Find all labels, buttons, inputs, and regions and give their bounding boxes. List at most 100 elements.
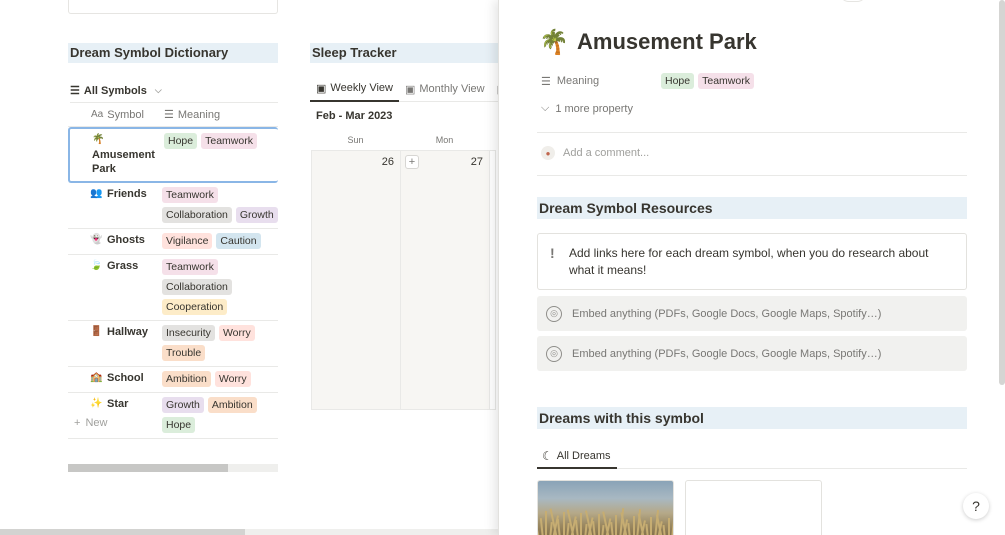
peek-top-control[interactable] (839, 0, 867, 2)
more-properties-toggle[interactable]: ⌵ 1 more property (541, 102, 633, 115)
symbol-cell[interactable]: 👻 Ghosts (68, 233, 162, 249)
meaning-tag: Teamwork (162, 259, 218, 275)
scrollbar-thumb[interactable] (999, 0, 1005, 385)
table-row[interactable]: 🚪 Hallway Insecurity Worry Trouble (68, 321, 278, 367)
meaning-tag: Hope (661, 73, 695, 89)
day-header: Mon (435, 135, 454, 145)
symbol-cell[interactable]: 🏫 School (68, 371, 162, 387)
palm-tree-icon[interactable]: 🌴 (539, 28, 569, 56)
page-title[interactable]: Amusement Park (577, 29, 757, 55)
palm-tree-icon: 🌴 (92, 134, 105, 145)
dictionary-title[interactable]: Dream Symbol Dictionary (68, 43, 278, 63)
new-row-button[interactable]: + New (74, 417, 107, 429)
meaning-tag: Teamwork (162, 187, 218, 203)
table-row[interactable]: 👥 Friends Teamwork Collaboration Growth (68, 183, 278, 229)
meaning-cell[interactable]: Ambition Worry (162, 371, 278, 387)
embed-block[interactable]: ◎ Embed anything (PDFs, Google Docs, Goo… (537, 336, 967, 371)
calendar-icon: ▣ (404, 83, 416, 96)
wheat-image-detail (548, 521, 553, 535)
add-entry-button[interactable]: + (405, 155, 419, 169)
symbol-name: Star (107, 398, 129, 410)
meaning-cell[interactable]: Teamwork Collaboration Cooperation (162, 259, 278, 315)
tab-weekly-view[interactable]: ▣ Weekly View (310, 77, 399, 102)
symbol-name: Amusement Park (92, 149, 155, 175)
compass-icon: ◎ (546, 305, 562, 322)
wheat-image-detail (580, 513, 582, 535)
table-row[interactable]: 🌴 Amusement Park Hope Teamwork (68, 127, 278, 183)
tab-overflow[interactable]: ▤ (491, 77, 498, 102)
table-row[interactable]: 🏫 School Ambition Worry (68, 367, 278, 393)
table-row[interactable]: ✨ Star Growth Ambition Hope (68, 393, 278, 439)
symbol-cell[interactable]: 🌴 Amusement Park (70, 133, 164, 176)
callout-text: Add links here for each dream symbol, wh… (568, 246, 929, 277)
column-meaning[interactable]: ☰ Meaning (160, 108, 220, 122)
wheat-image-detail (562, 512, 565, 535)
door-icon: 🚪 (90, 326, 103, 337)
meaning-tag: Teamwork (201, 133, 257, 149)
gallery-card[interactable] (537, 480, 674, 535)
column-symbol[interactable]: Aa Symbol (68, 109, 160, 121)
meaning-cell[interactable]: Hope Teamwork (164, 133, 278, 176)
meaning-cell[interactable]: Vigilance Caution (162, 233, 278, 249)
meaning-cell[interactable]: Growth Ambition Hope (162, 397, 278, 433)
tab-label: All Dreams (556, 450, 611, 462)
chevron-down-icon: ⌵ (154, 85, 162, 95)
ghost-icon: 👻 (90, 234, 103, 245)
symbol-cell[interactable]: 👥 Friends (68, 187, 162, 223)
compass-icon: ◎ (546, 345, 562, 362)
symbol-cell[interactable]: 🚪 Hallway (68, 325, 162, 361)
scrollbar-thumb[interactable] (0, 529, 245, 535)
property-label-text: Meaning (556, 75, 600, 87)
calendar-cell[interactable]: 26 (312, 151, 401, 409)
help-button[interactable]: ? (963, 493, 989, 519)
wheat-image-detail (539, 518, 544, 535)
wheat-image-detail (609, 521, 614, 535)
tab-all-dreams[interactable]: ☾ All Dreams (537, 445, 617, 469)
meaning-cell[interactable]: Insecurity Worry Trouble (162, 325, 278, 361)
peek-vertical-scrollbar[interactable] (999, 0, 1005, 535)
wheat-image-detail (615, 515, 617, 535)
meaning-cell[interactable]: Teamwork Collaboration Growth (162, 187, 278, 223)
property-label[interactable]: ☰ Meaning (541, 75, 661, 88)
dictionary-view-bar: ☰ All Symbols ⌵ (70, 79, 278, 103)
chevron-down-icon: ⌵ (541, 102, 550, 114)
symbol-name: Grass (107, 260, 139, 272)
calendar-date: 26 (381, 156, 394, 168)
meaning-tag: Caution (216, 233, 261, 249)
multiselect-icon: ☰ (164, 109, 174, 121)
tab-monthly-view[interactable]: ▣ Monthly View (399, 77, 491, 102)
callout-block[interactable]: ! Add links here for each dream symbol, … (537, 233, 967, 290)
sleep-tracker-title[interactable]: Sleep Tracker (310, 43, 498, 63)
meaning-tag: Ambition (207, 397, 257, 413)
page-header: 🌴 Amusement Park (539, 28, 757, 56)
dreams-heading[interactable]: Dreams with this symbol (537, 407, 967, 429)
wheat-image-detail (662, 524, 666, 535)
gallery-card[interactable] (685, 480, 822, 535)
meaning-tag: Vigilance (162, 233, 213, 249)
meaning-tag: Worry (218, 325, 255, 341)
calendar-cell[interactable]: + 27 (401, 151, 490, 409)
resources-heading[interactable]: Dream Symbol Resources (537, 197, 967, 219)
sleep-view-tabs: ▣ Weekly View ▣ Monthly View ▤ (310, 77, 498, 102)
previous-block (68, 0, 278, 14)
background-page: Dream Symbol Dictionary Sleep Tracker ☰ … (0, 0, 498, 535)
comment-placeholder: Add a comment... (563, 147, 650, 159)
table-row[interactable]: 👻 Ghosts Vigilance Caution (68, 229, 278, 255)
wheat-image-detail (671, 511, 673, 535)
table-body: 🌴 Amusement Park Hope Teamwork 👥 Friends Teamw… (68, 127, 278, 439)
plus-icon: + (74, 417, 81, 429)
leaf-icon: 🍃 (90, 260, 103, 271)
scrollbar-thumb[interactable] (68, 464, 228, 472)
meaning-tag: Hope (164, 133, 198, 149)
property-value[interactable]: Hope Teamwork (661, 73, 754, 89)
table-row[interactable]: 🍃 Grass Teamwork Collaboration Cooperation (68, 255, 278, 321)
wheat-image-detail (667, 518, 670, 535)
view-all-symbols[interactable]: ☰ All Symbols ⌵ (70, 84, 162, 98)
comment-input[interactable]: ● Add a comment... (541, 146, 649, 160)
table-horizontal-scrollbar[interactable] (68, 464, 278, 472)
symbol-cell[interactable]: 🍃 Grass (68, 259, 162, 315)
page-horizontal-scrollbar[interactable] (0, 529, 498, 535)
meaning-tag: Worry (214, 371, 251, 387)
meaning-tag: Cooperation (162, 299, 228, 315)
embed-block[interactable]: ◎ Embed anything (PDFs, Google Docs, Goo… (537, 296, 967, 331)
